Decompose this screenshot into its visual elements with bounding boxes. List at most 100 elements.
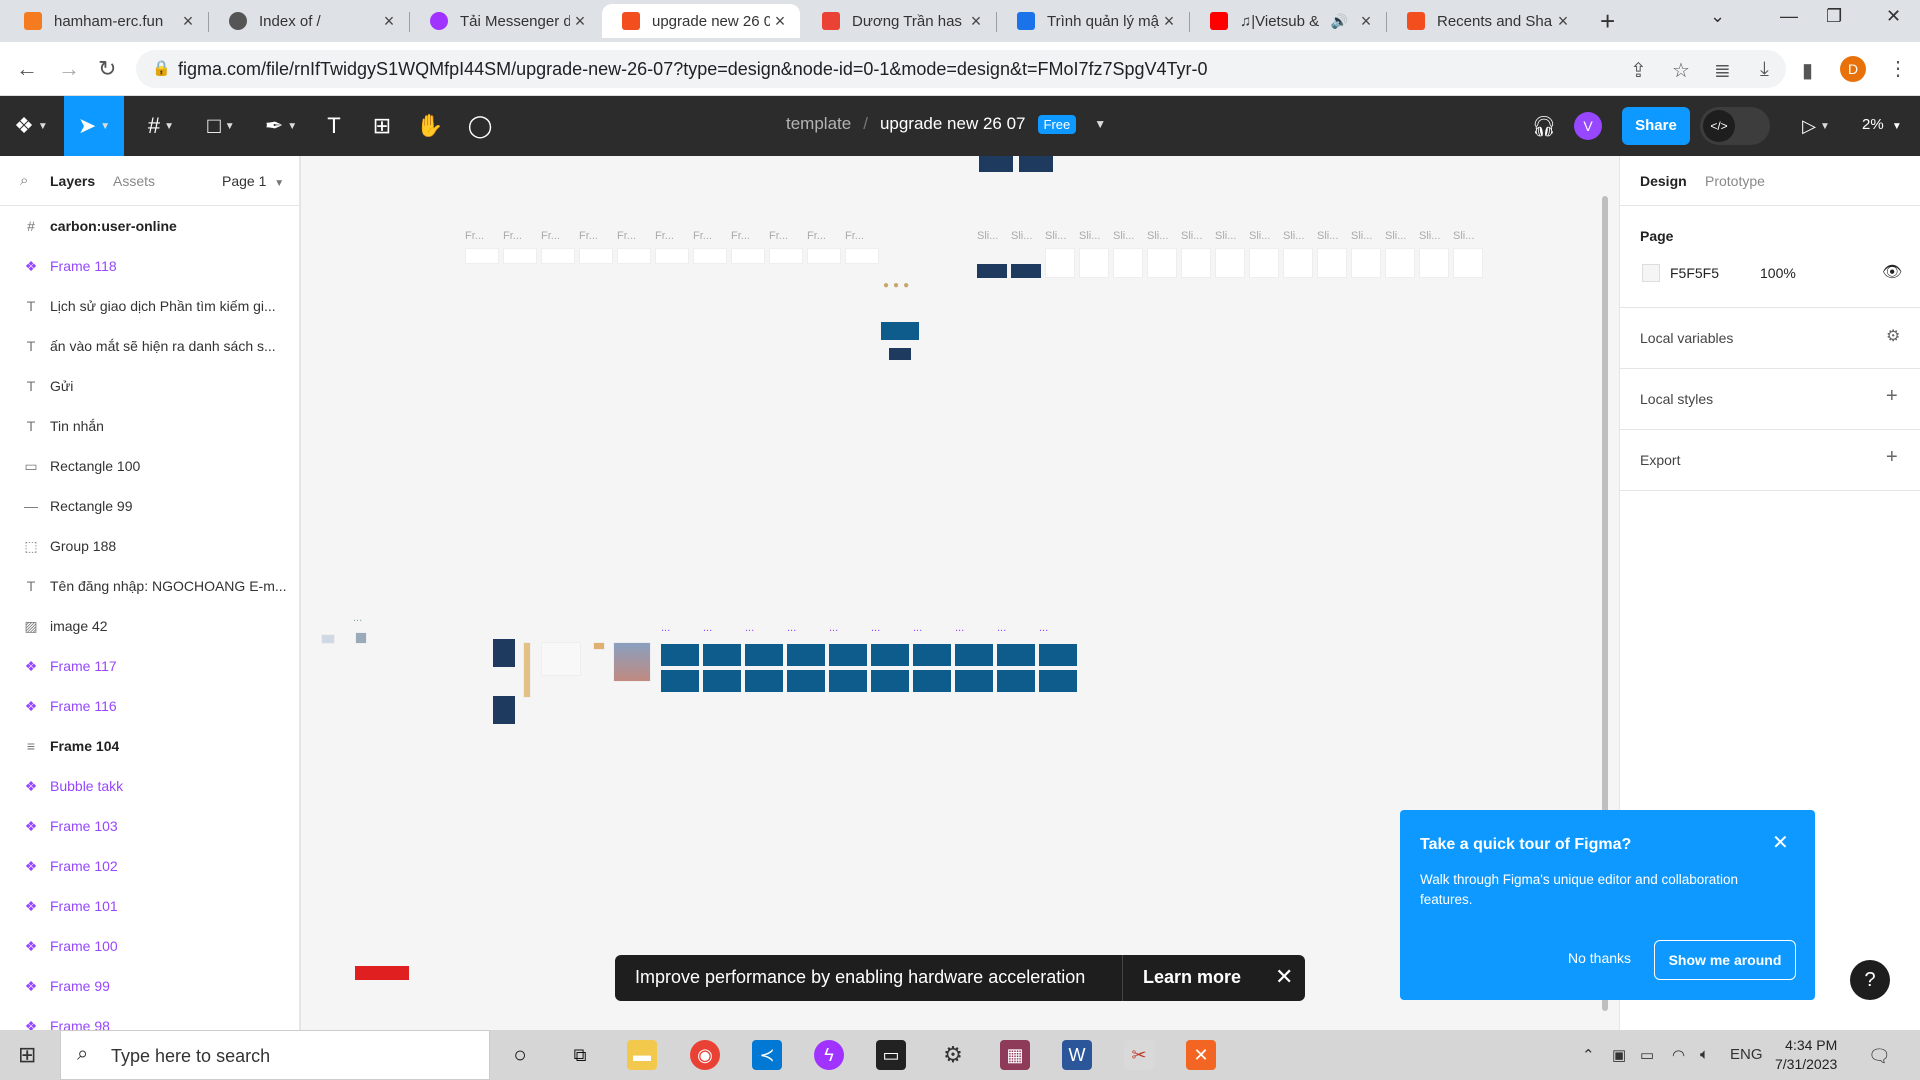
layer-item[interactable]: — Rectangle 99 [0, 486, 299, 526]
browser-tab[interactable]: Tải Messenger dà × [410, 4, 600, 38]
layer-item[interactable]: ❖ Frame 103 [0, 806, 299, 846]
dev-mode-toggle[interactable]: </> [1700, 107, 1770, 145]
search-icon[interactable]: ⌕ [20, 172, 28, 189]
browser-tab[interactable]: Trình quản lý mật × [997, 4, 1189, 38]
address-bar[interactable]: 🔒 figma.com/file/rnIfTwidgyS1WQMfpI44SM/… [136, 50, 1786, 88]
project-name[interactable]: template [786, 114, 851, 134]
blue-frame-thumbnail[interactable] [871, 670, 909, 692]
layer-item[interactable]: ❖ Frame 117 [0, 646, 299, 686]
restore-window-icon[interactable]: ❐ [1826, 6, 1842, 27]
frame-thumbnail[interactable] [731, 248, 765, 264]
browser-tab-active[interactable]: upgrade new 26 0 × [602, 4, 800, 38]
frame-thumbnail[interactable] [593, 642, 605, 650]
browser-menu-icon[interactable]: ⋮ [1888, 56, 1908, 81]
tab-assets[interactable]: Assets [113, 173, 155, 189]
slide-thumbnail[interactable] [977, 264, 1007, 278]
frame-thumbnail[interactable] [1019, 156, 1053, 172]
windows-start-icon[interactable]: ⊞ [18, 1042, 36, 1068]
present-button[interactable]: ▷ ▼ [1796, 96, 1836, 156]
close-tab-icon[interactable]: × [178, 11, 198, 32]
blue-frame-thumbnail[interactable] [787, 670, 825, 692]
move-tool-button[interactable]: ➤ ▼ [64, 96, 124, 156]
frame-thumbnail[interactable] [541, 248, 575, 264]
blue-frame-thumbnail[interactable] [745, 644, 783, 666]
close-icon[interactable]: ✕ [1275, 964, 1293, 990]
frame-thumbnail[interactable] [465, 248, 499, 264]
word-icon[interactable]: W [1062, 1040, 1092, 1070]
layer-item[interactable]: ❖ Frame 99 [0, 966, 299, 1006]
new-tab-button[interactable]: + [1600, 6, 1615, 37]
blue-frame-thumbnail[interactable] [871, 644, 909, 666]
frame-thumbnail[interactable] [889, 348, 911, 360]
eye-visibility-icon[interactable]: 👁︎ [1882, 262, 1902, 282]
resources-tool-button[interactable]: ⊞ [362, 96, 402, 156]
back-arrow-icon[interactable]: ← [16, 56, 38, 82]
messenger-icon[interactable]: ϟ [814, 1040, 844, 1070]
download-icon[interactable]: ⤓ [1760, 58, 1769, 81]
frame-thumbnail[interactable] [693, 248, 727, 264]
input-language[interactable]: ENG [1730, 1046, 1763, 1063]
figma-main-menu-button[interactable]: ❖ ▼ [0, 96, 62, 156]
learn-more-link[interactable]: Learn more [1143, 967, 1241, 988]
browser-tab[interactable]: hamham-erc.fun × [4, 4, 208, 38]
frame-thumbnail[interactable] [523, 642, 531, 698]
close-tab-icon[interactable]: × [1159, 11, 1179, 32]
frame-thumbnail[interactable] [493, 696, 515, 724]
layer-item[interactable]: T Gửi [0, 366, 299, 406]
layer-item[interactable]: ❖ Frame 116 [0, 686, 299, 726]
close-icon[interactable]: ✕ [1772, 830, 1789, 855]
usb-device-icon[interactable]: ▣ [1612, 1046, 1626, 1064]
blue-frame-thumbnail[interactable] [703, 670, 741, 692]
bookmark-star-icon[interactable]: ☆ [1672, 58, 1690, 83]
blue-frame-thumbnail[interactable] [661, 670, 699, 692]
snipping-tool-icon[interactable]: ✂ [1124, 1040, 1154, 1070]
forward-arrow-icon[interactable]: → [58, 56, 80, 82]
blue-frame-thumbnail[interactable] [745, 670, 783, 692]
blue-frame-thumbnail[interactable] [997, 644, 1035, 666]
xampp-icon[interactable]: ✕ [1186, 1040, 1216, 1070]
layer-item[interactable]: Tấn vào mắt sẽ hiện ra danh sách s... [0, 326, 299, 366]
page-selector[interactable]: Page 1 ▼ [222, 173, 284, 189]
profile-avatar[interactable]: D [1840, 56, 1866, 82]
comment-tool-button[interactable]: ◯ [460, 96, 500, 156]
text-tool-button[interactable]: T [314, 96, 354, 156]
slide-thumbnail[interactable] [1419, 248, 1449, 278]
tab-layers[interactable]: Layers [50, 173, 95, 189]
audio-huddle-button[interactable]: 🎧︎ [1524, 96, 1564, 156]
minimize-window-icon[interactable]: — [1780, 6, 1798, 27]
layer-item[interactable]: ❖ Bubble takk [0, 766, 299, 806]
mute-tab-icon[interactable]: 🔊 [1331, 13, 1348, 30]
layer-item[interactable]: T Lịch sử giao dịch Phần tìm kiếm gi... [0, 286, 299, 326]
slide-thumbnail[interactable] [1317, 248, 1347, 278]
task-view-icon[interactable]: ⧉ [565, 1040, 595, 1070]
layer-item[interactable]: ❖ Frame 118 [0, 246, 299, 286]
layer-item[interactable]: ▨ image 42 [0, 606, 299, 646]
side-panel-icon[interactable]: ▮ [1802, 58, 1813, 83]
slide-thumbnail[interactable] [1045, 248, 1075, 278]
layer-item[interactable]: ⬚ Group 188 [0, 526, 299, 566]
close-tab-icon[interactable]: × [570, 11, 590, 32]
red-flag-frame[interactable] [355, 966, 409, 980]
background-color-swatch[interactable] [1642, 264, 1660, 282]
slide-thumbnail[interactable] [1283, 248, 1313, 278]
tab-search-chevron-icon[interactable]: ⌄ [1710, 6, 1725, 27]
blue-frame-thumbnail[interactable] [787, 644, 825, 666]
frame-thumbnail[interactable] [617, 248, 651, 264]
variables-sliders-icon[interactable]: ⚙ [1886, 326, 1900, 346]
terminal-icon[interactable]: ▭ [876, 1040, 906, 1070]
frame-thumbnail[interactable] [321, 634, 335, 644]
frame-thumbnail[interactable] [845, 248, 879, 264]
add-style-icon[interactable]: + [1886, 385, 1898, 408]
cortana-circle-icon[interactable]: ○ [505, 1040, 535, 1070]
frame-thumbnail[interactable] [541, 642, 581, 676]
blue-frame-thumbnail[interactable] [829, 670, 867, 692]
close-tab-icon[interactable]: × [1553, 11, 1573, 32]
layer-item[interactable]: ❖ Frame 102 [0, 846, 299, 886]
no-thanks-button[interactable]: No thanks [1568, 950, 1631, 966]
pen-tool-button[interactable]: ✒ ▼ [256, 96, 306, 156]
layer-item[interactable]: T Tin nhắn [0, 406, 299, 446]
frame-thumbnail[interactable] [613, 642, 651, 682]
background-opacity-value[interactable]: 100% [1760, 265, 1796, 281]
close-tab-icon[interactable]: × [966, 11, 986, 32]
shape-tool-button[interactable]: □ ▼ [196, 96, 246, 156]
